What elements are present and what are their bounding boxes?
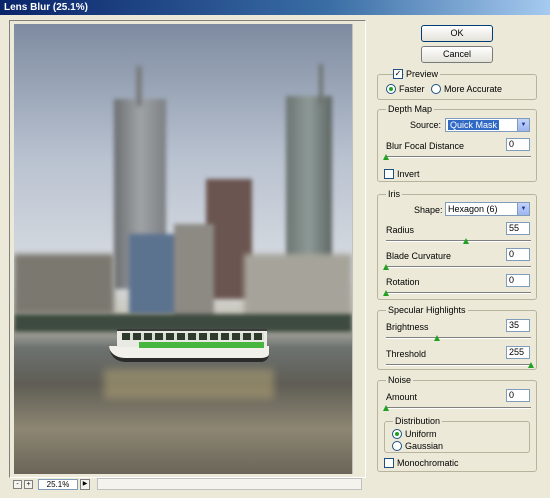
shape-value: Hexagon (6) — [448, 204, 498, 214]
preview-horizontal-scrollbar[interactable] — [97, 478, 362, 490]
radius-label: Radius — [386, 225, 415, 235]
amount-field[interactable]: 0 — [506, 389, 530, 402]
ferry-windows — [122, 333, 264, 340]
shape-select[interactable]: Hexagon (6) ▼ — [445, 202, 530, 216]
depth-map-title: Depth Map — [386, 104, 435, 114]
threshold-slider[interactable] — [386, 362, 534, 368]
source-label: Source: — [410, 120, 442, 130]
threshold-label: Threshold — [386, 349, 427, 359]
noise-title: Noise — [386, 375, 414, 385]
specular-group: Specular Highlights Brightness 35 Thresh… — [377, 305, 537, 370]
tower-right-spire — [319, 64, 323, 104]
cancel-button[interactable]: Cancel — [421, 46, 493, 63]
ferry-stripe — [139, 342, 264, 348]
brightness-field[interactable]: 35 — [506, 319, 530, 332]
amount-thumb[interactable] — [383, 405, 389, 411]
preview-image[interactable] — [14, 24, 352, 474]
blade-curvature-label: Blade Curvature — [386, 251, 452, 261]
building-left — [14, 254, 114, 314]
distribution-group: Distribution Uniform Gaussian — [384, 416, 530, 453]
focal-distance-thumb[interactable] — [383, 154, 389, 160]
brightness-label: Brightness — [386, 322, 429, 332]
more-accurate-radio[interactable] — [431, 84, 441, 94]
focal-distance-slider[interactable] — [383, 154, 531, 160]
zoom-out-button[interactable]: - — [13, 479, 22, 489]
more-accurate-label: More Accurate — [444, 84, 503, 94]
focal-distance-field[interactable]: 0 — [506, 138, 530, 151]
source-select[interactable]: Quick Mask ▼ — [445, 118, 530, 132]
uniform-radio[interactable] — [392, 429, 402, 439]
blade-curvature-slider[interactable] — [383, 264, 531, 270]
iris-group: Iris Shape: Hexagon (6) ▼ Radius 55 Blad… — [377, 189, 537, 300]
threshold-field[interactable]: 255 — [506, 346, 530, 359]
source-value: Quick Mask — [448, 120, 500, 130]
monochromatic-checkbox[interactable] — [384, 458, 394, 468]
ferry-hull — [109, 346, 269, 362]
radius-slider[interactable] — [386, 238, 531, 244]
blade-curvature-field[interactable]: 0 — [506, 248, 530, 261]
brightness-thumb[interactable] — [434, 335, 440, 341]
uniform-label: Uniform — [405, 429, 437, 439]
radius-field[interactable]: 55 — [506, 222, 530, 235]
brightness-slider[interactable] — [386, 335, 531, 341]
ok-button[interactable]: OK — [421, 25, 493, 42]
tower-spire — [136, 66, 142, 106]
rotation-slider[interactable] — [383, 290, 531, 296]
distribution-title: Distribution — [393, 416, 443, 426]
blade-curvature-thumb[interactable] — [383, 264, 389, 270]
gaussian-label: Gaussian — [405, 441, 444, 451]
noise-group: Noise Amount 0 Distribution Uniform Gaus… — [377, 375, 537, 472]
preview-group: ✓ Preview Faster More Accurate — [377, 69, 537, 100]
invert-checkbox[interactable] — [384, 169, 394, 179]
faster-radio[interactable] — [386, 84, 396, 94]
rotation-thumb[interactable] — [383, 290, 389, 296]
zoom-menu-arrow-icon[interactable]: ▶ — [80, 478, 90, 490]
zoom-bar: - + 25.1% ▶ — [9, 476, 366, 492]
preview-checkbox[interactable]: ✓ — [393, 69, 403, 79]
water-reflection — [104, 369, 274, 399]
rotation-label: Rotation — [386, 277, 420, 287]
gaussian-radio[interactable] — [392, 441, 402, 451]
depth-map-group: Depth Map Source: Quick Mask ▼ Blur Foca… — [377, 104, 537, 182]
chevron-down-icon[interactable]: ▼ — [517, 203, 529, 215]
window-title: Lens Blur (25.1%) — [0, 0, 550, 15]
amount-label: Amount — [386, 392, 418, 402]
specular-title: Specular Highlights — [386, 305, 468, 315]
focal-distance-label: Blur Focal Distance — [386, 141, 465, 151]
threshold-thumb[interactable] — [528, 362, 534, 368]
zoom-in-button[interactable]: + — [24, 479, 33, 489]
monochromatic-label: Monochromatic — [397, 458, 459, 468]
amount-slider[interactable] — [383, 405, 531, 411]
shape-label: Shape: — [414, 205, 443, 215]
rotation-field[interactable]: 0 — [506, 274, 530, 287]
preview-vertical-scrollbar[interactable] — [352, 24, 364, 474]
invert-label: Invert — [397, 169, 420, 179]
zoom-level-field[interactable]: 25.1% — [38, 478, 78, 490]
radius-thumb[interactable] — [463, 238, 469, 244]
faster-label: Faster — [399, 84, 425, 94]
building-right — [244, 254, 352, 319]
building-center — [174, 224, 214, 319]
chevron-down-icon[interactable]: ▼ — [517, 119, 529, 131]
preview-label: Preview — [404, 69, 441, 79]
iris-title: Iris — [386, 189, 402, 199]
